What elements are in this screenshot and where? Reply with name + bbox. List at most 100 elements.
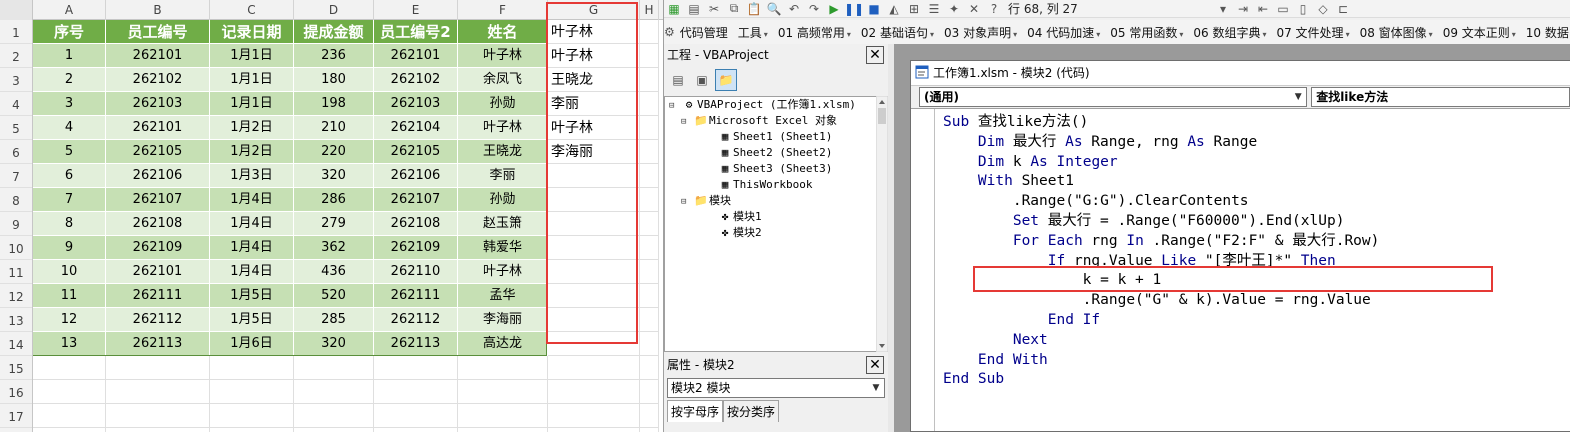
cell[interactable] [210,356,294,380]
menu-item[interactable]: 10 数据▾ [1521,24,1570,41]
data-cell[interactable]: 262112 [374,308,458,332]
data-cell[interactable]: 262101 [374,44,458,68]
project-tree[interactable]: ⊟ ⚙ VBAProject (工作簿1.xlsm) ⊟ 📁Microsoft Exce… [664,96,886,352]
row-header[interactable]: 7 [0,164,32,188]
project-explorer-icon[interactable]: ⊞ [904,1,924,17]
menu-item[interactable]: 01 高频常用 ▾ [773,24,856,41]
data-cell[interactable]: 孙勋 [458,188,548,212]
cut-icon[interactable]: ✂ [704,1,724,17]
data-cell[interactable]: 262102 [106,68,210,92]
data-cell[interactable]: 362 [294,236,374,260]
redo-icon[interactable]: ↷ [804,1,824,17]
data-cell[interactable]: 赵玉箫 [458,212,548,236]
cell[interactable] [640,260,659,284]
code-line[interactable]: Set 最大行 = .Range("F60000").End(xlUp) [943,212,1379,232]
data-cell[interactable]: 198 [294,92,374,116]
data-cell[interactable]: 叶子林 [458,116,548,140]
data-cell[interactable]: 1月1日 [210,68,294,92]
row-header[interactable]: 1 [0,20,32,44]
collapse-toggle-icon[interactable]: ⊟ [669,98,681,114]
row-header[interactable]: 10 [0,236,32,260]
data-cell[interactable]: 262113 [106,332,210,356]
code-line[interactable]: With Sheet1 [943,172,1379,192]
tree-module-item[interactable]: ✤ 模块2 [665,225,885,241]
code-line[interactable]: Sub 查找like方法() [943,113,1379,133]
cell[interactable] [640,356,659,380]
copy-icon[interactable]: ⧉ [724,1,744,17]
comment-icon[interactable]: ▭ [1273,1,1293,17]
chevron-down-icon[interactable]: ▼ [1290,88,1306,106]
help-icon[interactable]: ? [984,1,1004,17]
data-cell[interactable]: 高达龙 [458,332,548,356]
data-cell[interactable]: 262105 [374,140,458,164]
code-text[interactable]: Sub 查找like方法() Dim 最大行 As Range, rng As … [943,113,1379,390]
code-editor[interactable]: Sub 查找like方法() Dim 最大行 As Range, rng As … [911,109,1570,431]
cell[interactable] [374,404,458,428]
data-cell[interactable]: 2 [33,68,106,92]
header-cell[interactable]: 记录日期 [210,20,294,44]
code-line[interactable]: Next [943,331,1379,351]
cell[interactable] [294,428,374,432]
header-cell[interactable]: 员工编号 [106,20,210,44]
data-cell[interactable]: 262112 [106,308,210,332]
data-cell[interactable]: 1月5日 [210,308,294,332]
data-cell[interactable]: 孟华 [458,284,548,308]
row-header[interactable]: 14 [0,332,32,356]
code-line[interactable]: For Each rng In .Range("F2:F" & 最大行.Row) [943,232,1380,252]
bookmark-icon[interactable]: ◇ [1313,1,1333,17]
reset-icon[interactable]: ■ [864,1,884,17]
code-line[interactable]: .Range("G" & k).Value = rng.Value [943,291,1379,311]
column-header-h[interactable]: H [640,0,659,20]
project-tree-scrollbar[interactable] [875,95,889,353]
data-cell[interactable]: 5 [33,140,106,164]
row-header[interactable]: 12 [0,284,32,308]
procedure-combo[interactable]: 查找like方法 [1311,87,1570,107]
data-cell[interactable]: 韩爱华 [458,236,548,260]
row-header[interactable]: 2 [0,44,32,68]
cell[interactable] [640,116,659,140]
cell[interactable] [210,404,294,428]
object-combo[interactable]: (通用) ▼ [919,87,1308,107]
data-cell[interactable]: 8 [33,212,106,236]
cell[interactable] [640,380,659,404]
close-project-explorer-button[interactable]: ✕ [866,46,884,64]
cell[interactable] [458,356,548,380]
cell[interactable] [210,428,294,432]
data-cell[interactable]: 7 [33,188,106,212]
data-cell[interactable]: 3 [33,92,106,116]
cell[interactable] [640,236,659,260]
uncomment-icon[interactable]: ▯ [1293,1,1313,17]
data-cell[interactable]: 余凤飞 [458,68,548,92]
cell[interactable] [640,140,659,164]
design-mode-icon[interactable]: ◭ [884,1,904,17]
data-cell[interactable]: 520 [294,284,374,308]
tree-sheet-item[interactable]: ▦ ThisWorkbook [665,177,885,193]
menu-item[interactable]: 08 窗体图像 ▾ [1355,24,1438,41]
code-line[interactable]: End If [943,311,1379,331]
code-line[interactable]: End With [943,351,1379,371]
view-object-icon[interactable]: ▣ [691,69,713,91]
tab-categorized[interactable]: 按分类序 [723,400,780,422]
data-cell[interactable]: 1月4日 [210,260,294,284]
cell[interactable] [548,428,640,432]
tree-vbaproject[interactable]: ⊟ ⚙ VBAProject (工作簿1.xlsm) [665,97,885,113]
cell[interactable] [548,380,640,404]
data-cell[interactable]: 262106 [374,164,458,188]
menu-item[interactable]: 05 常用函数 ▾ [1105,24,1188,41]
row-header[interactable]: 3 [0,68,32,92]
data-cell[interactable]: 1月2日 [210,116,294,140]
undo-icon[interactable]: ↶ [784,1,804,17]
menu-item[interactable]: 07 文件处理 ▾ [1271,24,1354,41]
data-cell[interactable]: 262109 [374,236,458,260]
header-cell[interactable]: 序号 [33,20,106,44]
cell[interactable] [106,380,210,404]
close-properties-button[interactable]: ✕ [866,356,884,374]
row-header[interactable]: 11 [0,260,32,284]
header-cell[interactable]: 提成金额 [294,20,374,44]
data-cell[interactable]: 13 [33,332,106,356]
data-cell[interactable]: 1月6日 [210,332,294,356]
data-cell[interactable]: 11 [33,284,106,308]
cell[interactable] [33,404,106,428]
cell[interactable] [640,404,659,428]
row-header[interactable]: 13 [0,308,32,332]
